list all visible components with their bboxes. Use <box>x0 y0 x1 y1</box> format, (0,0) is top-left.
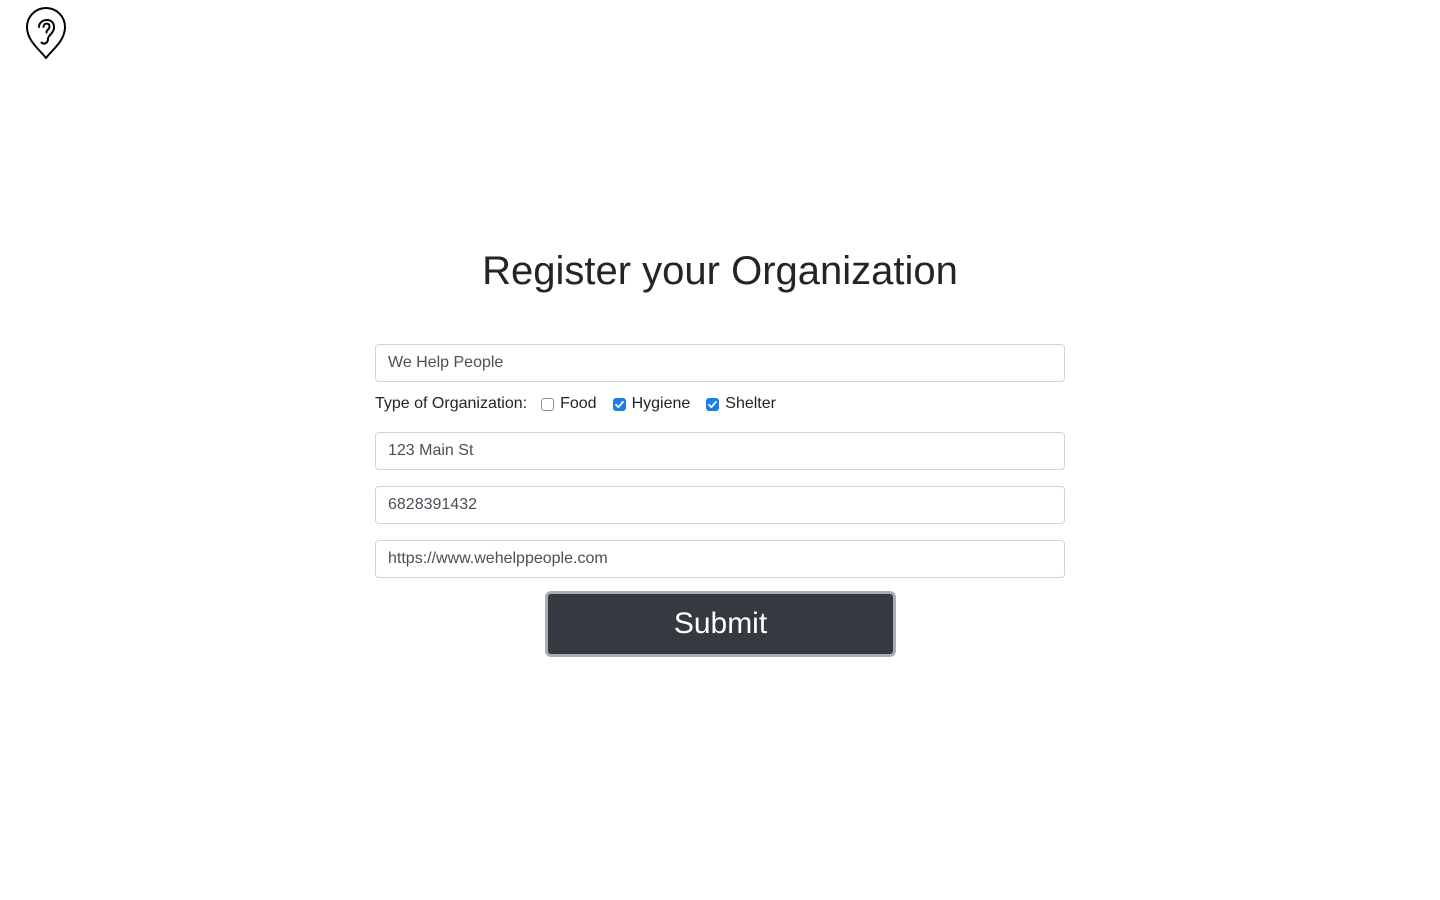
food-option[interactable]: Food <box>541 395 597 413</box>
website-input[interactable] <box>375 540 1065 578</box>
hygiene-option[interactable]: Hygiene <box>612 395 691 413</box>
organization-name-input[interactable] <box>375 344 1065 382</box>
food-checkbox[interactable] <box>541 397 555 411</box>
logo-icon[interactable] <box>24 6 68 60</box>
page-title: Register your Organization <box>482 249 958 293</box>
organization-type-label: Type of Organization: <box>375 395 528 412</box>
submit-button[interactable]: Submit <box>545 591 896 657</box>
address-input[interactable] <box>375 432 1065 470</box>
ear-location-pin-icon <box>26 7 66 59</box>
food-label: Food <box>560 395 597 412</box>
organization-type-group: Type of Organization: Food Hygiene Shelt… <box>375 392 792 416</box>
checkmark-icon <box>614 400 624 408</box>
checkmark-icon <box>708 400 718 408</box>
hygiene-checkbox[interactable] <box>612 397 626 411</box>
shelter-label: Shelter <box>725 395 776 412</box>
hygiene-label: Hygiene <box>631 395 691 412</box>
shelter-checkbox[interactable] <box>706 397 720 411</box>
phone-input[interactable] <box>375 486 1065 524</box>
shelter-option[interactable]: Shelter <box>706 395 776 413</box>
